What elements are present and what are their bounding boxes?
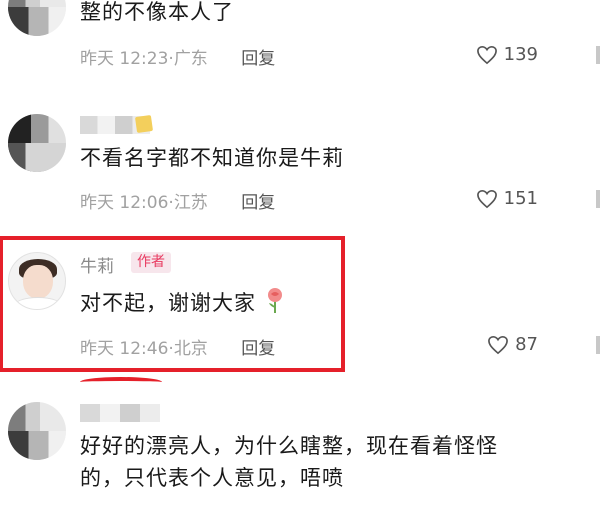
reply-button[interactable]: 回复 bbox=[241, 193, 275, 213]
scroll-indicator bbox=[596, 190, 600, 208]
comment-text-line-1: 好好的漂亮人，为什么瞎整，现在看着怪怪 bbox=[80, 434, 498, 458]
heart-icon bbox=[488, 335, 509, 354]
comment-location: 北京 bbox=[173, 339, 208, 359]
comment-meta: 昨天 12:23·广东 回复 bbox=[80, 44, 275, 69]
avatar-shirt bbox=[13, 297, 63, 309]
like-count: 87 bbox=[515, 334, 538, 355]
avatar[interactable] bbox=[8, 0, 66, 36]
scroll-indicator bbox=[596, 46, 600, 64]
comment-text: 对不起，谢谢大家 bbox=[80, 286, 286, 319]
like-button[interactable]: 87 bbox=[487, 334, 538, 355]
heart-icon bbox=[476, 45, 497, 64]
reply-button[interactable]: 回复 bbox=[241, 339, 275, 359]
red-annotation-arc bbox=[80, 377, 162, 387]
comment-time: 昨天 12:06 bbox=[80, 193, 169, 213]
avatar[interactable] bbox=[8, 114, 66, 172]
heart-icon bbox=[476, 189, 497, 208]
username-blurred bbox=[80, 404, 160, 422]
comment-text: 好好的漂亮人，为什么瞎整，现在看着怪怪 的，只代表个人意见，唔喷 bbox=[80, 430, 498, 494]
avatar-face bbox=[23, 265, 53, 299]
comment-text: 不看名字都不知道你是牛莉 bbox=[80, 146, 344, 170]
author-username[interactable]: 牛莉 bbox=[80, 252, 114, 277]
comment-meta: 昨天 12:06·江苏 回复 bbox=[80, 188, 275, 213]
rose-emoji bbox=[267, 288, 282, 313]
like-button[interactable]: 151 bbox=[476, 188, 538, 209]
like-count: 139 bbox=[503, 44, 538, 65]
comment-meta: 昨天 12:46·北京 回复 bbox=[80, 334, 275, 359]
like-button[interactable]: 139 bbox=[476, 44, 538, 65]
comment-text-line-2: 的，只代表个人意见，唔喷 bbox=[80, 466, 344, 490]
comment-time: 昨天 12:23 bbox=[80, 49, 169, 69]
comment-time: 昨天 12:46 bbox=[80, 339, 169, 359]
sticker-icon bbox=[134, 114, 154, 134]
author-badge: 作者 bbox=[131, 252, 171, 273]
avatar[interactable] bbox=[8, 402, 66, 460]
comment-location: 广东 bbox=[173, 49, 208, 69]
comment-text-body: 对不起，谢谢大家 bbox=[80, 291, 256, 315]
comment-text: 整的不像本人了 bbox=[80, 0, 234, 24]
reply-button[interactable]: 回复 bbox=[241, 49, 275, 69]
like-count: 151 bbox=[503, 188, 538, 209]
scroll-indicator bbox=[596, 336, 600, 354]
comment-location: 江苏 bbox=[173, 193, 208, 213]
author-avatar[interactable] bbox=[8, 252, 66, 310]
